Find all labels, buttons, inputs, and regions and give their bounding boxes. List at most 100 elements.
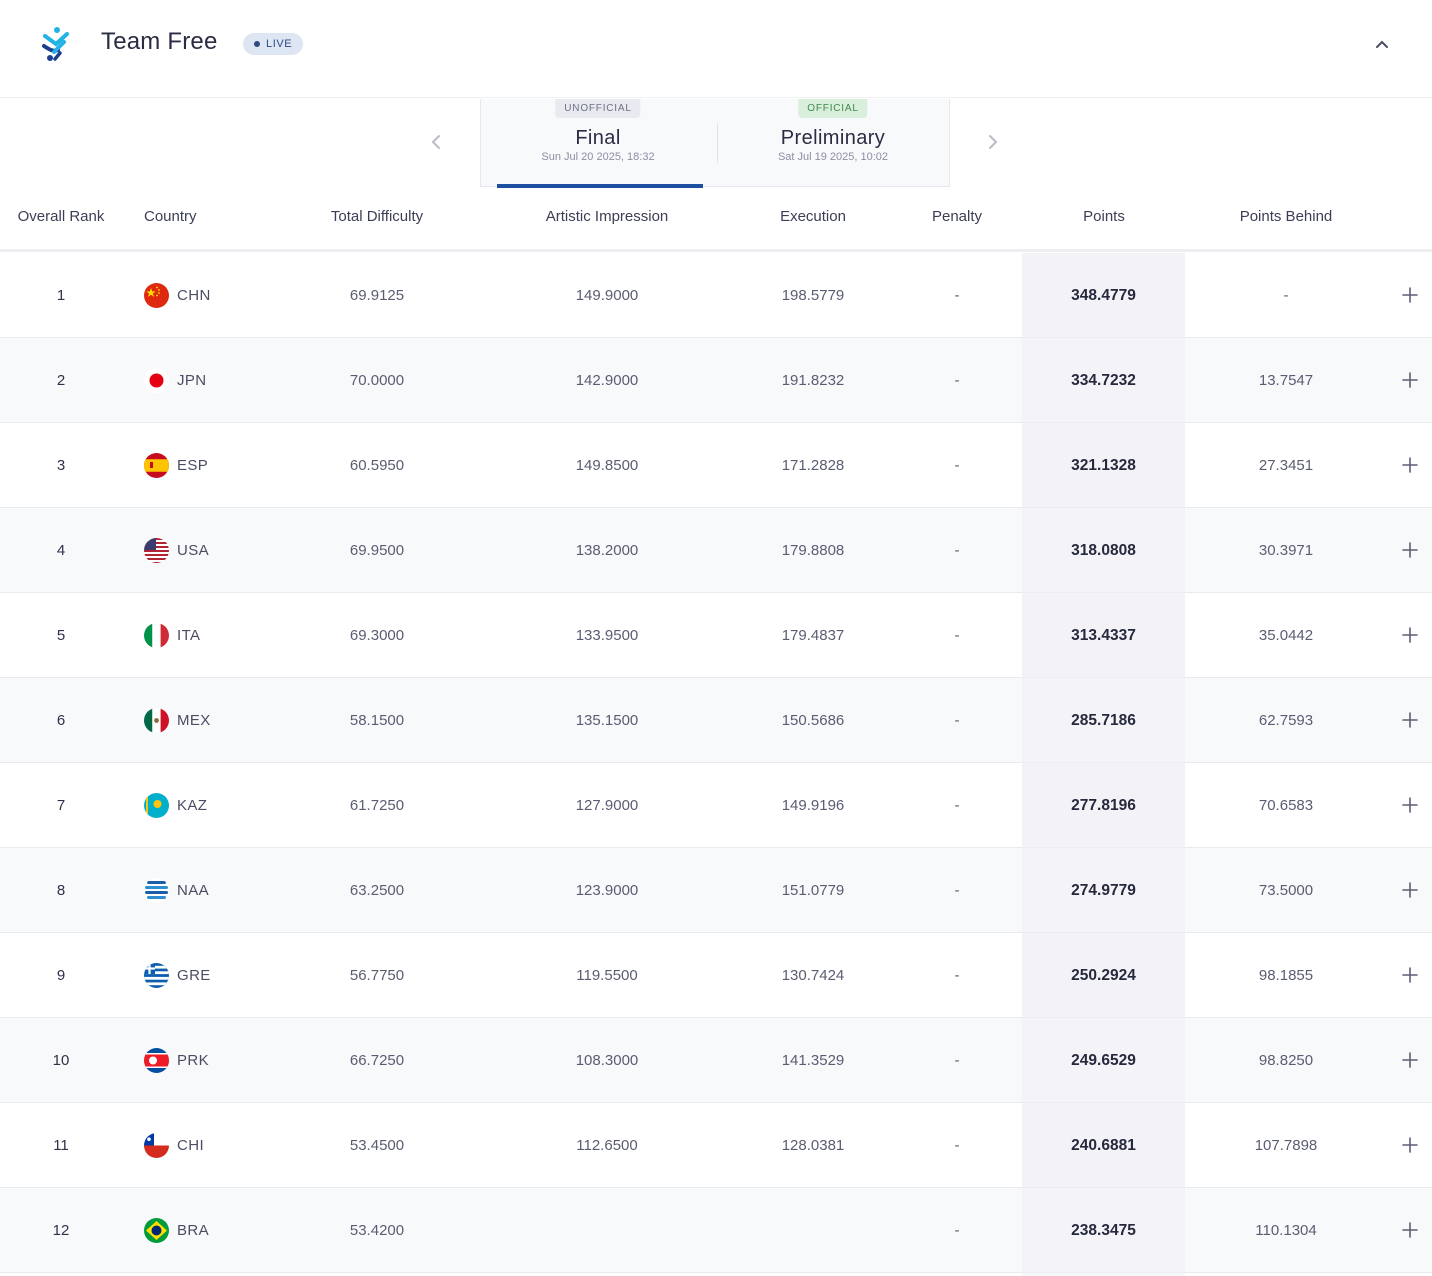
artistic-cell: 127.9000 (575, 797, 639, 814)
table-row[interactable]: 5 69.3000 133.9500 179.4837 - 313.4337 35.0442… (0, 593, 1432, 678)
table-row[interactable]: 3 60.5950 149.8500 171.2828 - 321.1328 27.3451… (0, 423, 1432, 508)
country-code: CHI (177, 1136, 205, 1154)
round-switcher: UNOFFICIAL Final Sun Jul 20 2025, 18:32 … (480, 99, 950, 188)
expand-row-button[interactable] (1398, 1133, 1422, 1157)
expand-row-button[interactable] (1398, 623, 1422, 647)
rank-cell: 10 (52, 1052, 70, 1069)
table-row[interactable]: 12 53.4200 - 238.3475 110.1304 BRA (0, 1188, 1432, 1273)
country-cell: JPN (144, 367, 207, 393)
penalty-cell: - (954, 967, 960, 984)
collapse-button[interactable] (1370, 34, 1394, 54)
country-code: USA (177, 541, 210, 559)
points-behind-cell: 13.7547 (1258, 372, 1314, 389)
points-behind-cell: - (1283, 287, 1289, 304)
penalty-cell: - (954, 797, 960, 814)
rank-cell: 12 (52, 1222, 70, 1239)
country-code: GRE (177, 966, 211, 984)
plus-icon (1402, 967, 1418, 983)
official-tag: OFFICIAL (798, 99, 868, 118)
table-row[interactable]: 9 56.7750 119.5500 130.7424 - 250.2924 98.1855… (0, 933, 1432, 1018)
expand-row-button[interactable] (1398, 453, 1422, 477)
flag-prk-icon (144, 1047, 169, 1073)
artistic-swimming-icon (36, 24, 76, 64)
expand-row-button[interactable] (1398, 283, 1422, 307)
difficulty-cell: 61.7250 (349, 797, 405, 814)
plus-icon (1402, 627, 1418, 643)
column-header-execution[interactable]: Execution (743, 208, 883, 225)
artistic-cell: 119.5500 (576, 967, 638, 984)
column-header-rank[interactable]: Overall Rank (0, 208, 122, 225)
expand-row-button[interactable] (1398, 538, 1422, 562)
rank-cell: 3 (56, 457, 66, 474)
expand-row-button[interactable] (1398, 1048, 1422, 1072)
expand-row-button[interactable] (1398, 708, 1422, 732)
expand-row-button[interactable] (1398, 1218, 1422, 1242)
column-header-penalty[interactable]: Penalty (907, 208, 1007, 225)
column-header-difficulty[interactable]: Total Difficulty (297, 208, 457, 225)
table-row[interactable]: 2 70.0000 142.9000 191.8232 - 334.7232 13.7547… (0, 338, 1432, 423)
points-cell: 249.6529 (1022, 1018, 1185, 1103)
column-header-artistic[interactable]: Artistic Impression (507, 208, 707, 225)
results-table-header: Overall Rank Country Total Difficulty Ar… (0, 196, 1432, 252)
penalty-cell: - (954, 1137, 960, 1154)
country-code: PRK (177, 1051, 210, 1069)
expand-row-button[interactable] (1398, 368, 1422, 392)
table-row[interactable]: 10 66.7250 108.3000 141.3529 - 249.6529 98.825… (0, 1018, 1432, 1103)
column-header-points[interactable]: Points (1044, 208, 1164, 225)
table-row[interactable]: 8 63.2500 123.9000 151.0779 - 274.9779 73.5000… (0, 848, 1432, 933)
country-code: BRA (177, 1221, 210, 1239)
table-row[interactable]: 1 69.9125 149.9000 198.5779 - 348.4779 - CHN (0, 253, 1432, 338)
points-cell: 321.1328 (1022, 423, 1185, 508)
round-tab-final[interactable]: UNOFFICIAL Final Sun Jul 20 2025, 18:32 (481, 99, 715, 188)
plus-icon (1402, 372, 1418, 388)
penalty-cell: - (954, 372, 960, 389)
round-tab-preliminary[interactable]: OFFICIAL Preliminary Sat Jul 19 2025, 10… (716, 99, 950, 187)
artistic-cell: 138.2000 (575, 542, 639, 559)
points-behind-cell: 98.8250 (1258, 1052, 1314, 1069)
rank-cell: 6 (56, 712, 66, 729)
table-row[interactable]: 4 69.9500 138.2000 179.8808 - 318.0808 30.3971… (0, 508, 1432, 593)
country-cell: MEX (144, 707, 211, 733)
difficulty-cell: 63.2500 (349, 882, 405, 899)
expand-row-button[interactable] (1398, 878, 1422, 902)
country-code: CHN (177, 286, 211, 304)
execution-cell: 171.2828 (781, 457, 845, 474)
execution-cell: 128.0381 (781, 1137, 845, 1154)
plus-icon (1402, 1052, 1418, 1068)
round-name: Final (575, 127, 621, 149)
points-cell: 238.3475 (1022, 1188, 1185, 1273)
country-cell: KAZ (144, 792, 207, 818)
execution-cell (743, 1188, 883, 1273)
table-row[interactable]: 6 58.1500 135.1500 150.5686 - 285.7186 62.7593… (0, 678, 1432, 763)
expand-row-button[interactable] (1398, 963, 1422, 987)
artistic-cell: 142.9000 (575, 372, 639, 389)
rank-cell: 8 (56, 882, 66, 899)
round-date: Sun Jul 20 2025, 18:32 (541, 151, 655, 163)
table-row[interactable]: 7 61.7250 127.9000 149.9196 - 277.8196 70.6583… (0, 763, 1432, 848)
country-code: ESP (177, 456, 209, 474)
expand-row-button[interactable] (1398, 793, 1422, 817)
execution-cell: 150.5686 (781, 712, 845, 729)
round-date: Sat Jul 19 2025, 10:02 (777, 151, 889, 163)
points-behind-cell: 30.3971 (1258, 542, 1314, 559)
points-behind-cell: 70.6583 (1258, 797, 1314, 814)
penalty-cell: - (954, 1222, 960, 1239)
table-row[interactable]: 11 53.4500 112.6500 128.0381 - 240.6881 107.78… (0, 1103, 1432, 1188)
plus-icon (1402, 712, 1418, 728)
previous-round-button[interactable] (424, 130, 448, 154)
points-cell: 250.2924 (1022, 933, 1185, 1018)
artistic-cell: 149.8500 (575, 457, 639, 474)
artistic-cell: 133.9500 (575, 627, 639, 644)
live-label: LIVE (266, 38, 293, 50)
execution-cell: 179.8808 (781, 542, 845, 559)
penalty-cell: - (954, 712, 960, 729)
points-cell: 313.4337 (1022, 593, 1185, 678)
next-round-button[interactable] (981, 130, 1005, 154)
difficulty-cell: 53.4500 (349, 1137, 405, 1154)
column-header-points-behind[interactable]: Points Behind (1206, 208, 1366, 225)
plus-icon (1402, 882, 1418, 898)
column-header-country[interactable]: Country (144, 208, 197, 225)
country-code: ITA (177, 626, 201, 644)
flag-esp-icon (144, 452, 169, 478)
rank-cell: 7 (56, 797, 66, 814)
